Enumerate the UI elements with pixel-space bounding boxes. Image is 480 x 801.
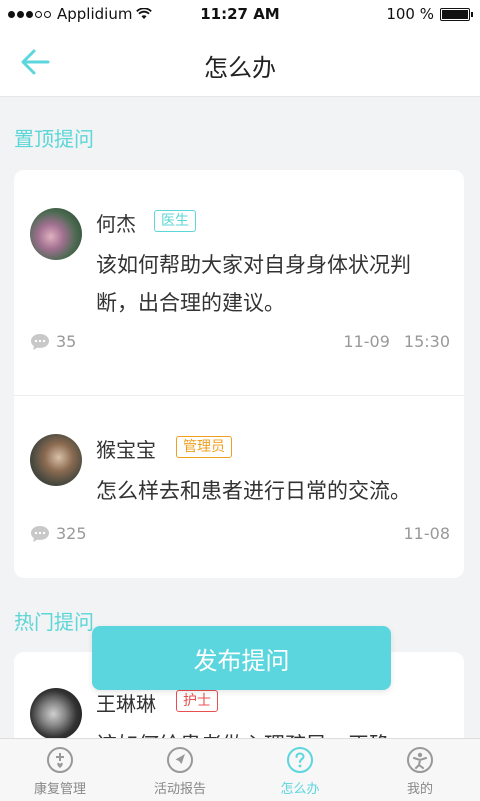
post-datetime: 11-09 15:30 (343, 332, 450, 351)
nav-bar: 怎么办 (0, 28, 480, 97)
question-text: 该如何帮助大家对自身身体状况判断，出合理的建议。 (96, 253, 411, 315)
post-date: 11-08 (403, 524, 451, 543)
list-item[interactable]: 何杰 医生 该如何帮助大家对自身身体状况判断，出合理的建议。 35 11-09 … (14, 170, 464, 396)
tab-label: 活动报告 (153, 782, 206, 797)
comment-count-text: 325 (56, 524, 87, 543)
list-item[interactable]: 猴宝宝 管理员 怎么样去和患者进行日常的交流。 325 11-08 (14, 396, 464, 579)
post-date: 11-09 (343, 332, 390, 351)
tab-how[interactable]: 怎么办 (240, 739, 360, 801)
post-time: 15:30 (403, 332, 450, 351)
compass-icon (167, 747, 193, 773)
tab-label: 康复管理 (33, 782, 86, 797)
comment-count: 325 (30, 524, 87, 543)
section-label-pinned: 置顶提问 (14, 127, 94, 151)
tab-bar: 康复管理 活动报告 怎么办 我的 (0, 738, 480, 801)
tab-rehab[interactable]: 康复管理 (0, 739, 120, 801)
question-text: 怎么样去和患者进行日常的交流。 (96, 479, 411, 503)
tab-activity[interactable]: 活动报告 (120, 739, 240, 801)
avatar (30, 208, 82, 260)
status-right: 100 % (386, 5, 473, 23)
role-badge: 管理员 (176, 436, 232, 458)
question-icon (287, 747, 313, 773)
tab-label: 我的 (406, 782, 433, 797)
battery-icon (440, 7, 473, 21)
comment-count: 35 (30, 332, 76, 351)
plus-heart-icon (47, 747, 73, 773)
pinned-card: 何杰 医生 该如何帮助大家对自身身体状况判断，出合理的建议。 35 11-09 … (14, 170, 464, 578)
comment-count-text: 35 (56, 332, 77, 351)
avatar (30, 434, 82, 486)
role-badge: 医生 (154, 210, 196, 232)
status-bar: Applidium 11:27 AM 100 % (0, 0, 480, 28)
publish-question-button[interactable]: 发布提问 (92, 626, 391, 690)
tab-label: 怎么办 (280, 782, 320, 797)
author-name: 猴宝宝 (96, 438, 156, 462)
person-icon (407, 747, 433, 773)
comment-icon (31, 525, 49, 542)
avatar (30, 688, 82, 740)
author-name: 何杰 (96, 212, 136, 236)
page-title: 怎么办 (204, 54, 276, 82)
battery-text: 100 % (386, 5, 434, 23)
tab-mine[interactable]: 我的 (360, 739, 480, 801)
role-badge: 护士 (176, 690, 218, 712)
author-name: 王琳琳 (96, 692, 156, 716)
comment-icon (31, 333, 49, 350)
section-label-hot: 热门提问 (14, 610, 94, 634)
